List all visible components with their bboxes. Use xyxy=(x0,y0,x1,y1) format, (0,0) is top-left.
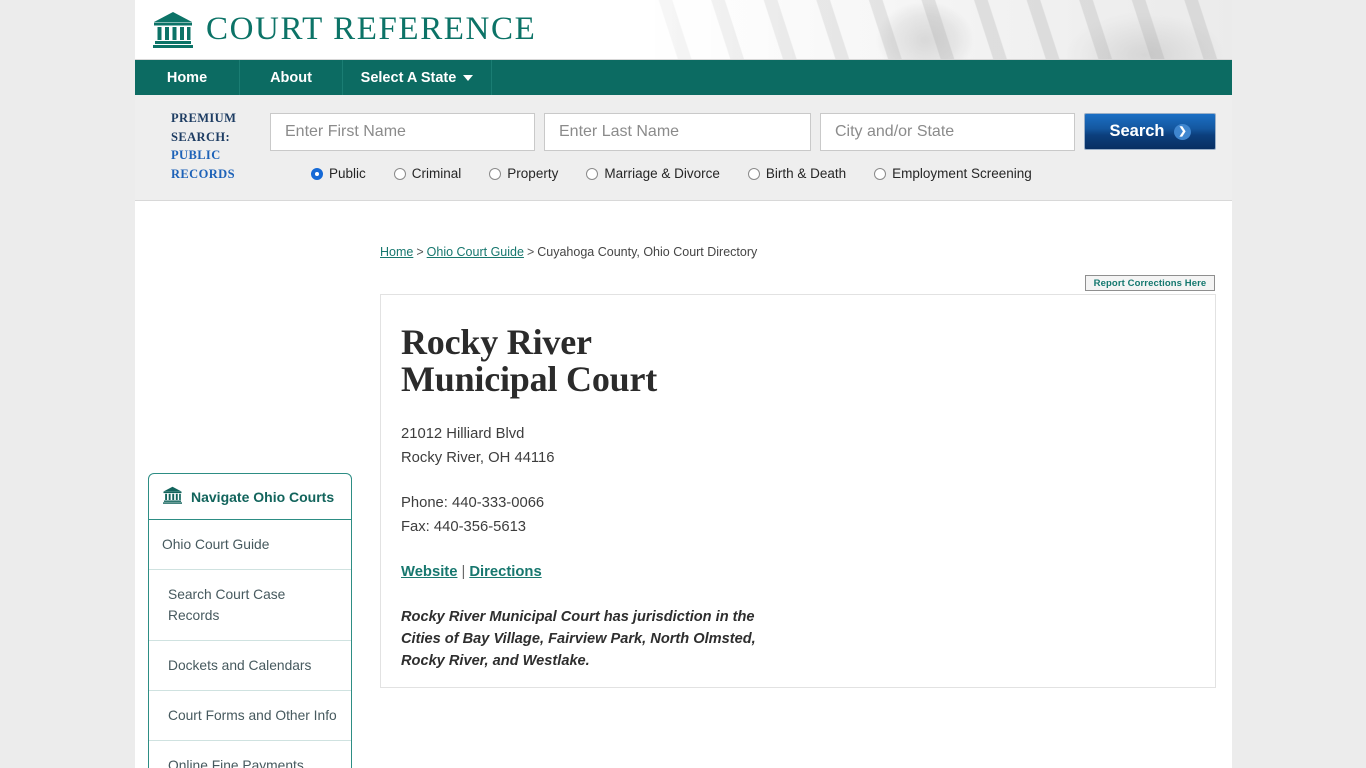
court-contact: Phone: 440-333-0066 Fax: 440-356-5613 xyxy=(381,491,1215,539)
court-address-line-2: Rocky River, OH 44116 xyxy=(401,450,555,466)
court-phone: Phone: 440-333-0066 xyxy=(401,495,545,511)
court-jurisdiction-note: Rocky River Municipal Court has jurisdic… xyxy=(401,609,756,669)
sidebar-item-label: Court Forms and Other Info xyxy=(168,708,337,723)
nav-item-select-a-state[interactable]: Select A State xyxy=(343,60,492,95)
radio-button-employment-screening[interactable] xyxy=(874,167,887,180)
court-address: 21012 Hilliard Blvd Rocky River, OH 4411… xyxy=(381,422,1215,470)
site-masthead: COURT REFERENCE xyxy=(135,0,1232,60)
site-logo[interactable]: COURT REFERENCE xyxy=(153,11,536,48)
breadcrumb-link-home[interactable]: Home xyxy=(380,245,413,259)
radio-option-property[interactable]: Property xyxy=(489,166,558,181)
sidebar-header: Navigate Ohio Courts xyxy=(149,474,351,520)
nav-item-about-label: About xyxy=(270,69,312,86)
report-corrections-label: Report Corrections Here xyxy=(1093,277,1207,289)
premium-search-label-line2: SEARCH: xyxy=(171,129,231,144)
search-category-radio-group: Public Criminal Property Marriage & Divo… xyxy=(311,166,1032,181)
radio-label-marriage-divorce: Marriage & Divorce xyxy=(604,166,720,181)
court-name-line-1: Rocky River xyxy=(401,322,592,362)
radio-button-marriage-divorce[interactable] xyxy=(586,167,599,180)
court-fax: Fax: 440-356-5613 xyxy=(401,519,527,535)
classical-courthouse-icon xyxy=(153,11,193,48)
radio-button-birth-death[interactable] xyxy=(747,167,760,180)
premium-search-label: PREMIUM SEARCH: PUBLIC RECORDS xyxy=(171,109,271,183)
page-body: Home > Ohio Court Guide > Cuyahoga County, O… xyxy=(135,201,1232,768)
radio-label-criminal: Criminal xyxy=(411,166,462,181)
radio-option-public[interactable]: Public xyxy=(311,166,366,181)
radio-button-criminal[interactable] xyxy=(393,167,406,180)
radio-label-public: Public xyxy=(329,166,366,181)
premium-search-label-line3[interactable]: PUBLIC xyxy=(171,146,271,165)
radio-label-property: Property xyxy=(507,166,559,181)
sidebar-item-search-court-case-records[interactable]: Search Court Case Records xyxy=(149,570,351,641)
sidebar-item-label: Dockets and Calendars xyxy=(168,658,312,673)
court-detail-card: Rocky River Municipal Court 21012 Hilliar… xyxy=(380,294,1216,688)
report-corrections-button[interactable]: Report Corrections Here xyxy=(1085,275,1215,291)
breadcrumb-link-ohio-court-guide[interactable]: Ohio Court Guide xyxy=(427,245,524,259)
chevron-right-icon: ❯ xyxy=(1173,123,1191,140)
radio-option-employment-screening[interactable]: Employment Screening xyxy=(874,166,1032,181)
court-name-line-2: Municipal Court xyxy=(401,359,658,399)
sidebar-item-dockets-and-calendars[interactable]: Dockets and Calendars xyxy=(149,641,351,691)
sidebar-title: Navigate Ohio Courts xyxy=(191,488,335,505)
radio-label-birth-death: Birth & Death xyxy=(765,166,847,181)
radio-option-criminal[interactable]: Criminal xyxy=(393,166,462,181)
radio-option-marriage-divorce[interactable]: Marriage & Divorce xyxy=(586,166,720,181)
radio-label-employment-screening: Employment Screening xyxy=(892,166,1032,181)
page-title: Rocky River Municipal Court xyxy=(381,295,1215,398)
search-button[interactable]: Search ❯ xyxy=(1084,113,1216,150)
page-root: COURT REFERENCE Home About Select A Stat… xyxy=(0,0,1366,768)
radio-option-birth-death[interactable]: Birth & Death xyxy=(747,166,847,181)
sidebar-item-court-forms-and-other-info[interactable]: Court Forms and Other Info xyxy=(149,691,351,741)
site-brand-name: COURT REFERENCE xyxy=(206,11,537,47)
site-container: COURT REFERENCE Home About Select A Stat… xyxy=(135,0,1232,768)
website-link[interactable]: Website xyxy=(401,564,457,580)
main-navigation: Home About Select A State xyxy=(135,60,1232,95)
breadcrumb-current: Cuyahoga County, Ohio Court Directory xyxy=(537,245,758,259)
premium-search-label-line1: PREMIUM xyxy=(171,111,237,125)
last-name-input[interactable] xyxy=(544,113,811,151)
search-button-label: Search xyxy=(1109,122,1165,140)
chevron-down-icon xyxy=(463,74,474,81)
directions-link[interactable]: Directions xyxy=(469,564,541,580)
sidebar-item-online-fine-payments[interactable]: Online Fine Payments xyxy=(149,741,351,768)
masthead-divider xyxy=(135,59,1232,60)
court-links: Website | Directions xyxy=(381,560,1215,584)
nav-item-about[interactable]: About xyxy=(240,60,343,95)
classical-courthouse-icon xyxy=(163,486,182,507)
nav-item-home[interactable]: Home xyxy=(135,60,240,95)
sidebar-item-label: Ohio Court Guide xyxy=(162,537,270,552)
nav-item-select-a-state-label: Select A State xyxy=(360,69,457,86)
sidebar-item-label: Online Fine Payments xyxy=(168,758,304,768)
breadcrumb: Home > Ohio Court Guide > Cuyahoga County, O… xyxy=(380,245,757,259)
link-separator: | xyxy=(461,564,466,580)
sidebar-item-label: Search Court Case Records xyxy=(168,587,286,623)
court-address-line-1: 21012 Hilliard Blvd xyxy=(401,426,525,442)
premium-search-bar: PREMIUM SEARCH: PUBLIC RECORDS Search ❯ … xyxy=(135,95,1232,201)
sidebar-item-ohio-court-guide[interactable]: Ohio Court Guide xyxy=(149,520,351,570)
search-fields-row: Search ❯ xyxy=(270,113,1216,151)
city-state-input[interactable] xyxy=(820,113,1075,151)
breadcrumb-separator-2: > xyxy=(526,245,535,259)
radio-button-property[interactable] xyxy=(489,167,502,180)
nav-item-home-label: Home xyxy=(166,69,208,86)
sidebar-navigate-ohio-courts: Navigate Ohio Courts Ohio Court Guide Se… xyxy=(148,473,352,768)
breadcrumb-separator-1: > xyxy=(416,245,424,259)
premium-search-label-line4[interactable]: RECORDS xyxy=(171,165,271,184)
radio-button-public[interactable] xyxy=(311,167,323,180)
first-name-input[interactable] xyxy=(270,113,535,151)
